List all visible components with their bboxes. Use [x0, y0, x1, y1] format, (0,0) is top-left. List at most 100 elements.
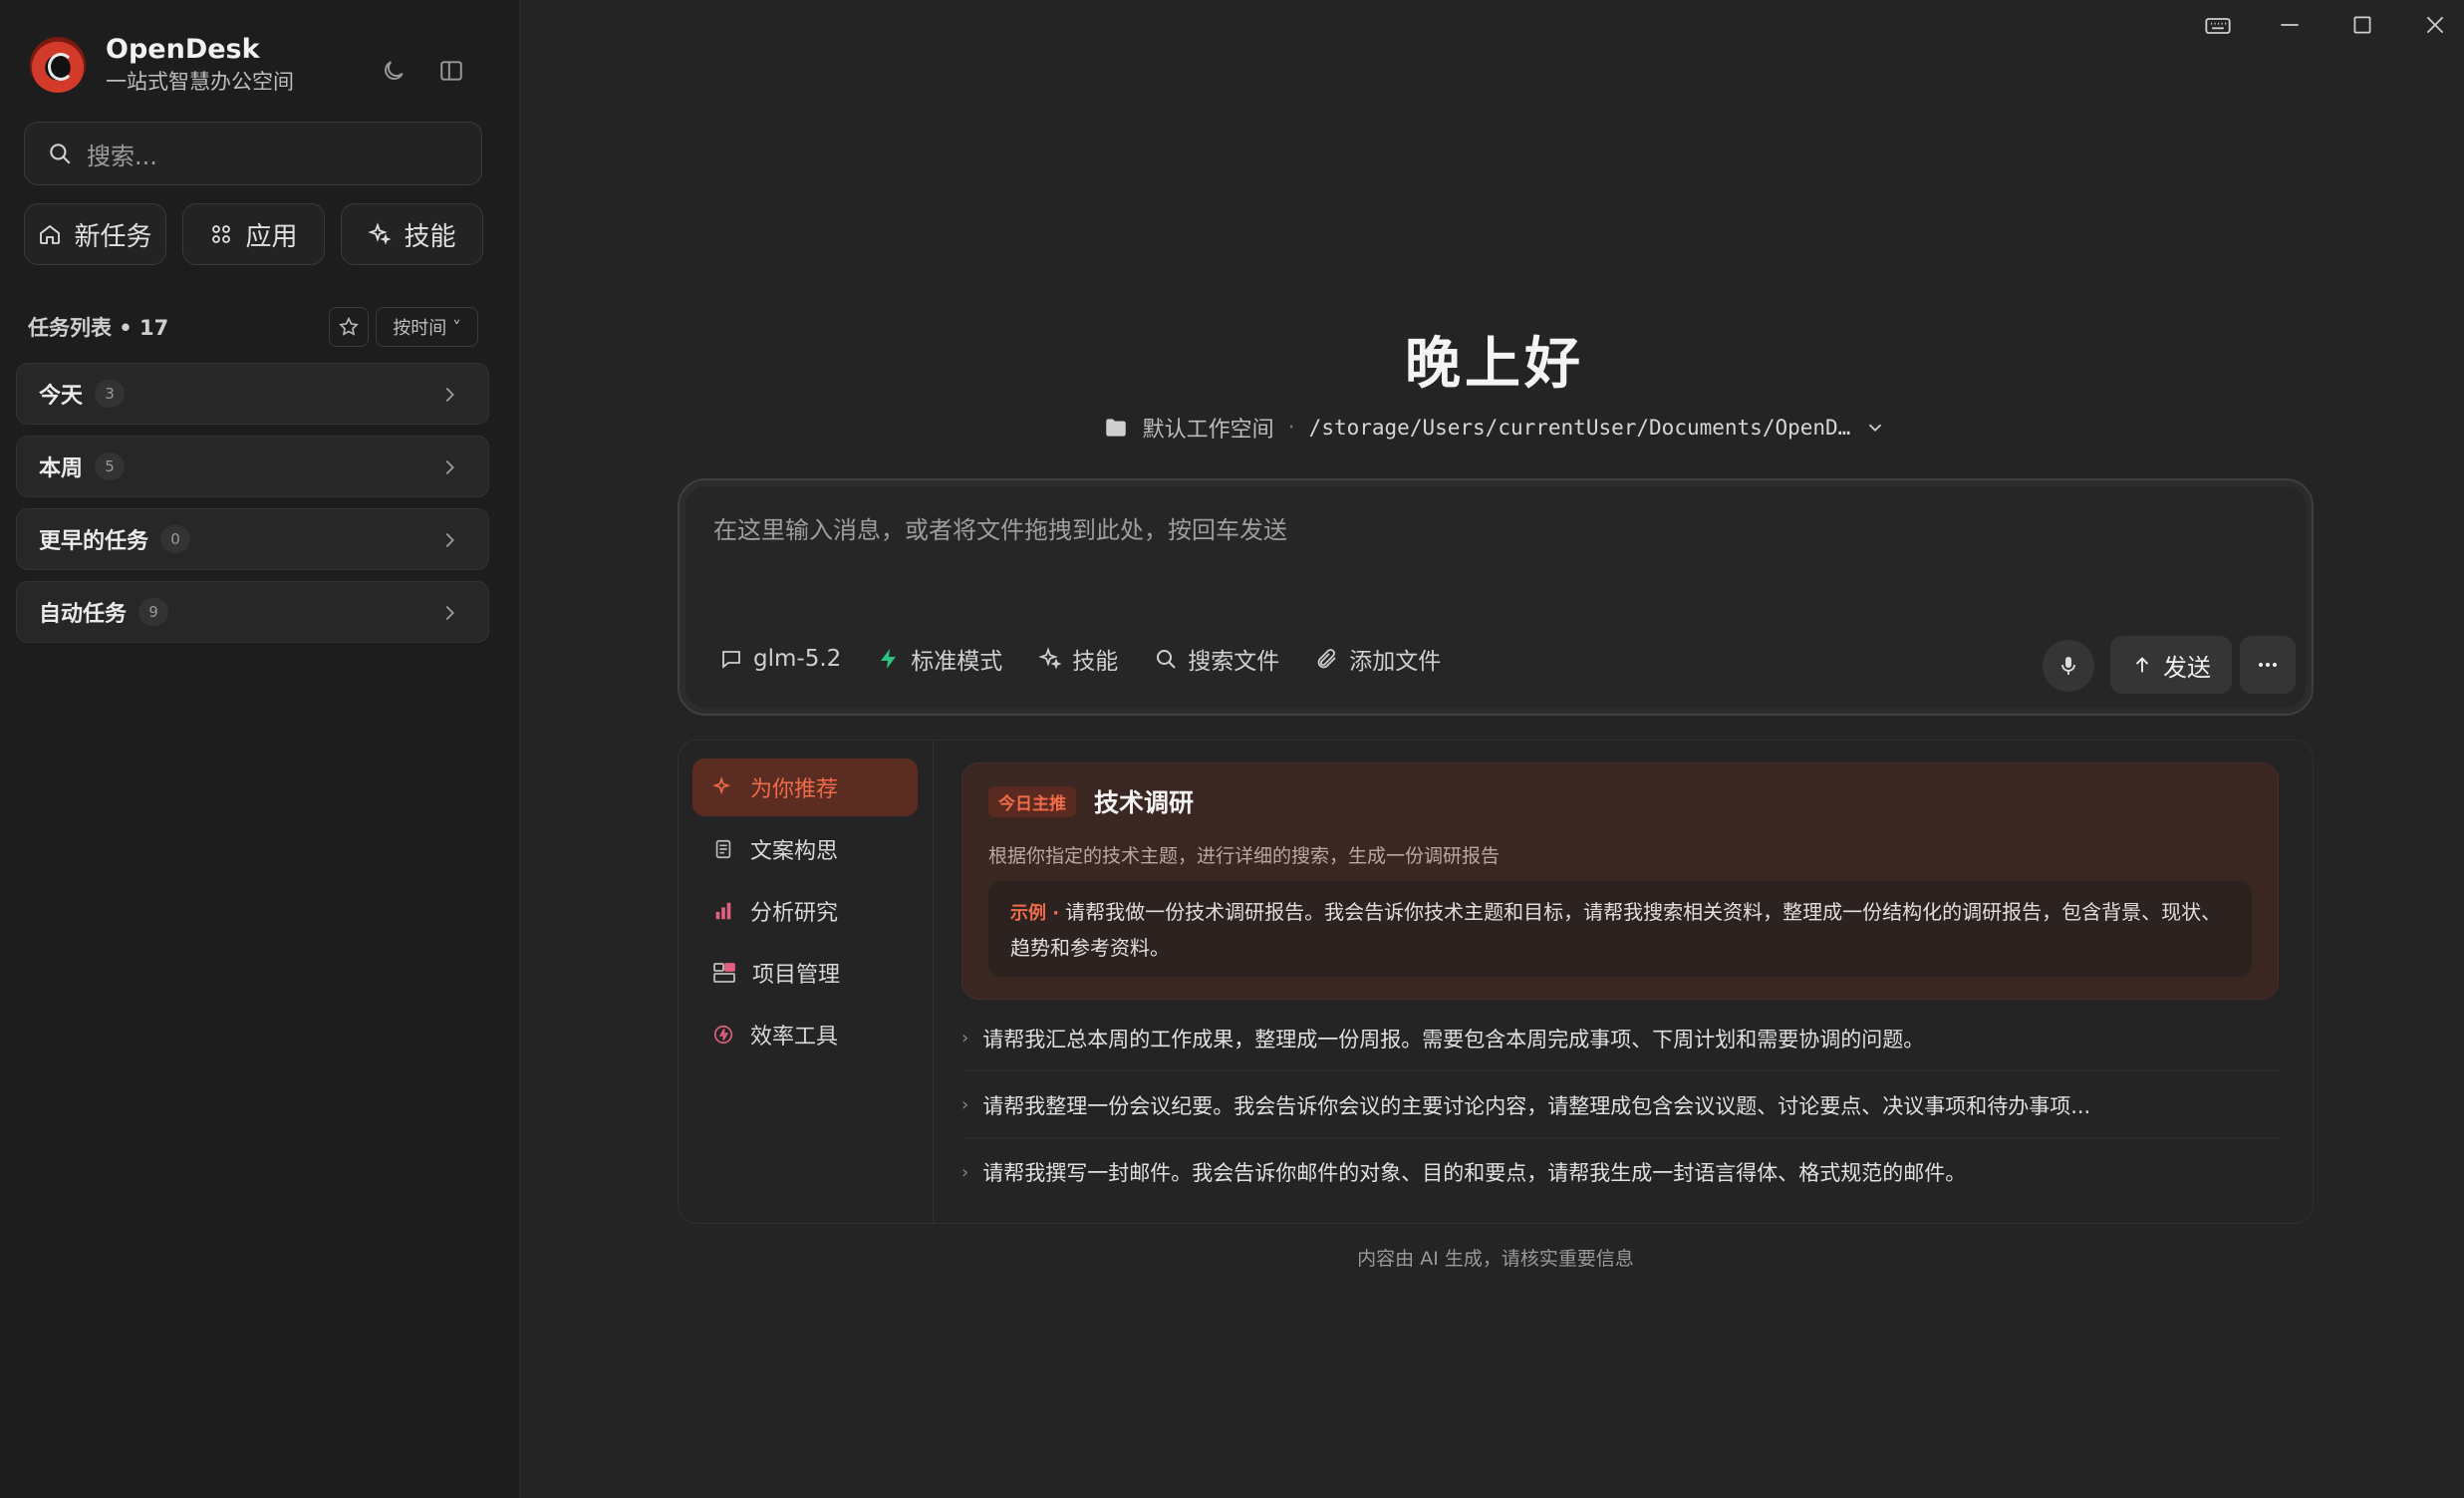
lightning-icon [877, 647, 901, 671]
suggestion-text: 请帮我撰写一封邮件。我会告诉你邮件的对象、目的和要点，请帮我生成一封语言得体、格… [982, 1161, 1967, 1185]
chevron-right-icon [438, 602, 460, 624]
greeting-title: 晚上好 [1405, 332, 1584, 397]
category-label: 分析研究 [750, 901, 839, 926]
task-group-count: 5 [95, 452, 126, 480]
chevron-down-icon [1864, 417, 1886, 439]
chevron-right-icon [438, 384, 460, 406]
suggestion-text: 请帮我整理一份会议纪要。我会告诉你会议的主要讨论内容，请整理成包含会议议题、讨论… [982, 1093, 2091, 1118]
category-copywriting[interactable]: 文案构思 [692, 820, 918, 878]
chevron-right-icon: › [961, 1094, 969, 1115]
add-file-label: 添加文件 [1349, 649, 1442, 675]
category-analysis[interactable]: 分析研究 [692, 882, 918, 940]
app-tagline: 一站式智慧办公空间 [106, 70, 294, 94]
task-group-count: 9 [138, 598, 169, 626]
task-group-today[interactable]: 今天 3 [16, 363, 489, 425]
suggestion-item[interactable]: › 请帮我整理一份会议纪要。我会告诉你会议的主要讨论内容，请整理成包含会议议题、… [961, 1072, 2279, 1138]
category-label: 效率工具 [750, 1025, 839, 1049]
featured-example[interactable]: 示例 · 请帮我做一份技术调研报告。我会告诉你技术主题和目标，请帮我搜索相关资料，… [988, 881, 2252, 977]
category-recommended[interactable]: 为你推荐 [692, 758, 918, 816]
suggestion-text: 请帮我汇总本周的工作成果，整理成一份周报。需要包含本周完成事项、下周计划和需要协… [982, 1027, 1925, 1051]
skills-tool-label: 技能 [1072, 649, 1119, 675]
panel-divider [933, 741, 934, 1223]
skills-button[interactable]: 技能 [341, 203, 483, 265]
workspace-selector[interactable]: 默认工作空间 · /storage/Users/currentUser/Docu… [678, 411, 2312, 445]
arrow-up-icon [2131, 654, 2153, 676]
task-group-this-week[interactable]: 本周 5 [16, 436, 489, 497]
sparkle-icon [1038, 647, 1062, 671]
apps-label: 应用 [245, 221, 298, 252]
minimize-icon[interactable] [2277, 12, 2303, 38]
brand: OpenDesk 一站式智慧办公空间 [30, 34, 294, 96]
task-group-count: 3 [95, 380, 126, 408]
featured-badge: 今日主推 [988, 785, 1076, 817]
keyboard-icon[interactable] [2204, 12, 2232, 40]
search-icon [1154, 647, 1178, 671]
suggestion-item[interactable]: › 请帮我汇总本周的工作成果，整理成一份周报。需要包含本周完成事项、下周计划和需… [961, 1006, 2279, 1071]
sidebar: OpenDesk 一站式智慧办公空间 搜索... 新任务 应用 技能 任务列表 … [0, 0, 520, 1498]
category-list: 为你推荐 文案构思 分析研究 项目管理 效率工具 [692, 758, 918, 1067]
star-icon [338, 316, 360, 338]
apps-grid-icon [209, 222, 233, 246]
example-text: 请帮我做一份技术调研报告。我会告诉你技术主题和目标，请帮我搜索相关资料，整理成一… [1010, 900, 2222, 960]
workspace-separator: · [1287, 415, 1295, 441]
app-logo [30, 37, 86, 93]
model-selector[interactable]: glm-5.2 [719, 646, 841, 672]
skills-tool-button[interactable]: 技能 [1038, 642, 1118, 676]
task-group-count: 0 [160, 525, 191, 553]
model-label: glm-5.2 [753, 646, 842, 672]
new-task-button[interactable]: 新任务 [24, 203, 166, 265]
document-icon [712, 838, 734, 860]
task-list-title: 任务列表 • 17 [28, 316, 169, 340]
mode-selector[interactable]: 标准模式 [877, 642, 1002, 676]
task-group-earlier[interactable]: 更早的任务 0 [16, 508, 489, 570]
chevron-right-icon: › [961, 1028, 969, 1049]
add-file-button[interactable]: 添加文件 [1315, 642, 1441, 676]
chevron-right-icon: › [961, 1161, 969, 1183]
apps-button[interactable]: 应用 [182, 203, 325, 265]
moon-icon[interactable] [381, 58, 407, 84]
close-icon[interactable] [2422, 12, 2448, 38]
message-input[interactable]: 在这里输入消息，或者将文件拖拽到此处，按回车发送 [713, 510, 1287, 545]
task-group-label: 本周 [39, 456, 84, 481]
category-project-management[interactable]: 项目管理 [692, 944, 918, 1002]
search-placeholder: 搜索... [87, 142, 157, 170]
suggestion-item[interactable]: › 请帮我撰写一封邮件。我会告诉你邮件的对象、目的和要点，请帮我生成一封语言得体… [961, 1139, 2279, 1205]
example-tag: 示例 · [1010, 903, 1060, 924]
category-label: 文案构思 [750, 839, 839, 864]
sparkle-icon [712, 776, 734, 798]
lightning-icon [712, 1024, 734, 1046]
task-list-header: 任务列表 • 17 按时间 ˅ [28, 307, 478, 347]
search-files-button[interactable]: 搜索文件 [1154, 642, 1279, 676]
task-group-label: 更早的任务 [39, 529, 149, 554]
task-group-automated[interactable]: 自动任务 9 [16, 581, 489, 643]
favorites-button[interactable] [329, 307, 369, 347]
folder-icon [1103, 415, 1129, 441]
more-options-button[interactable] [2240, 636, 2296, 694]
category-label: 为你推荐 [750, 777, 839, 802]
chevron-right-icon [438, 456, 460, 478]
message-composer[interactable]: 在这里输入消息，或者将文件拖拽到此处，按回车发送 glm-5.2 标准模式 技能… [678, 478, 2314, 716]
project-icon [712, 962, 736, 984]
send-label: 发送 [2163, 653, 2211, 682]
featured-description: 根据你指定的技术主题，进行详细的搜索，生成一份调研报告 [988, 845, 1501, 867]
ai-disclaimer: 内容由 AI 生成，请核实重要信息 [1357, 1248, 1634, 1270]
task-group-label: 今天 [39, 384, 84, 409]
workspace-path: /storage/Users/currentUser/Documents/Ope… [1308, 416, 1851, 440]
category-productivity[interactable]: 效率工具 [692, 1006, 918, 1063]
home-icon [38, 222, 62, 246]
mode-label: 标准模式 [911, 649, 1003, 675]
task-group-label: 自动任务 [39, 602, 128, 627]
more-icon [2256, 653, 2280, 677]
microphone-button[interactable] [2043, 640, 2094, 692]
sparkle-icon [368, 222, 393, 246]
featured-card[interactable]: 今日主推 技术调研 根据你指定的技术主题，进行详细的搜索，生成一份调研报告 示例… [961, 762, 2279, 1000]
sidebar-toggle-icon[interactable] [438, 58, 464, 84]
featured-title: 技术调研 [1094, 788, 1195, 817]
search-icon [47, 141, 73, 166]
category-label: 项目管理 [752, 963, 841, 988]
search-input[interactable]: 搜索... [24, 122, 482, 185]
skills-label: 技能 [404, 221, 456, 252]
sort-dropdown[interactable]: 按时间 ˅ [376, 307, 478, 347]
send-button[interactable]: 发送 [2110, 636, 2232, 694]
maximize-icon[interactable] [2349, 12, 2375, 38]
